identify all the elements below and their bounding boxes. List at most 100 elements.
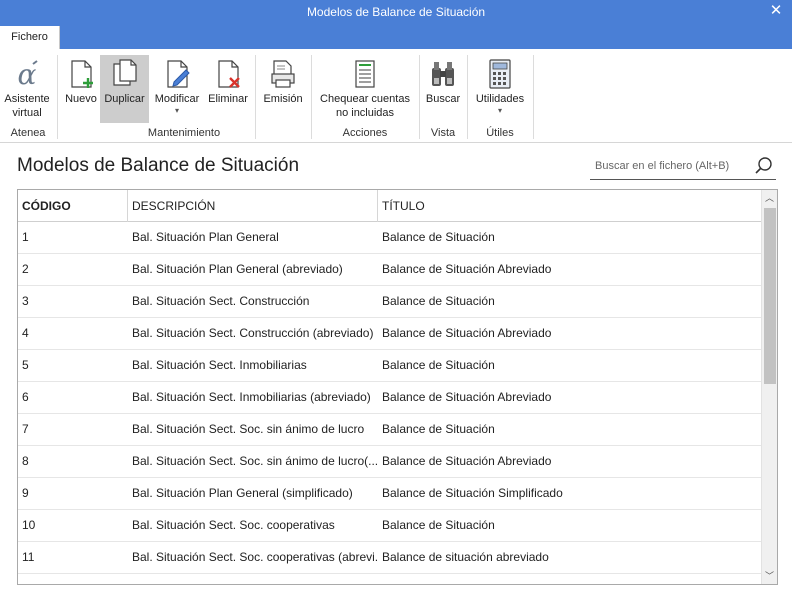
tab-fichero[interactable]: Fichero (0, 26, 60, 49)
cell-descripcion: Bal. Situación Sect. Inmobiliarias (132, 358, 307, 372)
printer-icon (271, 60, 295, 88)
search-icon[interactable] (754, 156, 774, 176)
cell-codigo: 10 (22, 518, 36, 532)
scroll-thumb[interactable] (764, 208, 776, 384)
utilidades-dropdown-icon[interactable]: ▾ (470, 106, 530, 115)
cell-titulo: Balance de Situación Abreviado (382, 326, 552, 340)
edit-document-icon (167, 60, 190, 88)
asistente-label-line2: virtual (12, 107, 42, 119)
nuevo-label: Nuevo (65, 93, 97, 105)
cell-descripcion: Bal. Situación Sect. Soc. sin ánimo de l… (132, 422, 365, 436)
cell-titulo: Balance de Situación (382, 358, 495, 372)
cell-titulo: Balance de Situación Simplificado (382, 486, 563, 500)
group-label-vista: Vista (430, 127, 456, 139)
cell-codigo: 6 (22, 390, 29, 404)
cell-codigo: 3 (22, 294, 29, 308)
table-body: 1 Bal. Situación Plan General Balance de S… (18, 222, 762, 584)
models-table: CÓDIGO DESCRIPCIÓN TÍTULO 1 Bal. Situació… (17, 189, 778, 585)
cell-codigo: 2 (22, 262, 29, 276)
checklist-icon (355, 60, 375, 88)
group-label-acciones: Acciones (342, 127, 388, 139)
cell-titulo: Balance de Situación (382, 230, 495, 244)
cell-titulo: Balance de Situación (382, 518, 495, 532)
cell-descripcion: Bal. Situación Sect. Construcción (132, 294, 310, 308)
column-header-descripcion[interactable]: DESCRIPCIÓN (128, 190, 378, 222)
cell-titulo: Balance de Situación Abreviado (382, 390, 552, 404)
emision-button[interactable]: Emisión (259, 55, 307, 123)
cell-codigo: 5 (22, 358, 29, 372)
cell-codigo: 9 (22, 486, 29, 500)
eliminar-button[interactable]: Eliminar (205, 55, 251, 123)
vertical-scrollbar[interactable]: ︿ ﹀ (761, 190, 777, 584)
buscar-label: Buscar (425, 93, 461, 105)
ribbon: α Asistente virtual Atenea Nuevo Duplica… (0, 49, 792, 143)
duplicar-button[interactable]: Duplicar (100, 55, 149, 123)
group-label-atenea: Atenea (10, 127, 46, 139)
utilidades-label: Utilidades (475, 93, 525, 105)
cell-codigo: 1 (22, 230, 29, 244)
chequear-cuentas-button[interactable]: Chequear cuentas no incluidas (316, 55, 414, 123)
binoculars-icon (432, 62, 454, 86)
chequear-label-line1: Chequear cuentas (320, 93, 410, 105)
search-box[interactable]: Buscar en el fichero (Alt+B) (590, 154, 776, 180)
calculator-icon (489, 59, 511, 89)
cell-descripcion: Bal. Situación Plan General (132, 230, 279, 244)
cell-descripcion: Bal. Situación Sect. Soc. sin ánimo de l… (132, 454, 378, 468)
nuevo-button[interactable]: Nuevo (62, 55, 100, 123)
search-input[interactable]: Buscar en el fichero (Alt+B) (595, 160, 729, 172)
utilidades-button[interactable]: Utilidades ▾ (470, 55, 530, 123)
table-row[interactable]: 3 Bal. Situación Sect. Construcción Balanc… (18, 286, 762, 318)
modificar-button[interactable]: Modificar ▾ (150, 55, 204, 123)
asistente-label-line1: Asistente (4, 93, 50, 105)
duplicar-label: Duplicar (104, 93, 145, 105)
ribbon-tabstrip: Fichero (0, 26, 792, 49)
group-label-mantenimiento: Mantenimiento (147, 127, 221, 139)
cell-descripcion: Bal. Situación Plan General (simplificad… (132, 486, 353, 500)
delete-document-icon (218, 60, 240, 88)
column-header-codigo[interactable]: CÓDIGO (18, 190, 128, 222)
ribbon-group-atenea: α Asistente virtual Atenea (0, 53, 56, 141)
cell-descripcion: Bal. Situación Sect. Soc. cooperativas (… (132, 550, 378, 564)
table-row[interactable]: 10 Bal. Situación Sect. Soc. cooperativas… (18, 510, 762, 542)
cell-descripcion: Bal. Situación Plan General (abreviado) (132, 262, 343, 276)
group-label-utiles: Útiles (486, 127, 514, 139)
scroll-up-icon[interactable]: ︿ (762, 190, 777, 206)
table-row[interactable]: 4 Bal. Situación Sect. Construcción (abre… (18, 318, 762, 350)
asistente-virtual-button[interactable]: α Asistente virtual (0, 55, 54, 123)
modificar-label: Modificar (154, 93, 200, 105)
page-title: Modelos de Balance de Situación (17, 155, 300, 176)
table-row[interactable]: 9 Bal. Situación Plan General (simplifica… (18, 478, 762, 510)
buscar-button[interactable]: Buscar (422, 55, 464, 123)
scroll-down-icon[interactable]: ﹀ (762, 568, 777, 584)
window-title: Modelos de Balance de Situación (306, 5, 486, 19)
table-row[interactable]: 2 Bal. Situación Plan General (abreviado)… (18, 254, 762, 286)
cell-codigo: 11 (22, 550, 35, 564)
title-bar: Modelos de Balance de Situación ✕ (0, 0, 792, 26)
new-document-icon (71, 60, 93, 88)
table-row[interactable]: 6 Bal. Situación Sect. Inmobiliarias (abr… (18, 382, 762, 414)
column-header-titulo[interactable]: TÍTULO (378, 190, 762, 222)
ribbon-group-utiles: Utilidades ▾ Útiles (468, 53, 532, 141)
duplicate-icon (112, 59, 137, 86)
ribbon-group-acciones: Chequear cuentas no incluidas Acciones (312, 53, 418, 141)
cell-titulo: Balance de Situación (382, 422, 495, 436)
table-row[interactable]: 1 Bal. Situación Plan General Balance de S… (18, 222, 762, 254)
table-row[interactable]: 8 Bal. Situación Sect. Soc. sin ánimo de … (18, 446, 762, 478)
chequear-label-line2: no incluidas (335, 107, 395, 119)
table-row[interactable]: 11 Bal. Situación Sect. Soc. cooperativas… (18, 542, 762, 574)
cell-titulo: Balance de situación abreviado (382, 550, 549, 564)
table-header: CÓDIGO DESCRIPCIÓN TÍTULO (18, 190, 762, 222)
table-row[interactable]: 7 Bal. Situación Sect. Soc. sin ánimo de … (18, 414, 762, 446)
alpha-icon: α (18, 58, 38, 90)
cell-titulo: Balance de Situación (382, 294, 495, 308)
table-row[interactable]: 5 Bal. Situación Sect. Inmobiliarias Balan… (18, 350, 762, 382)
modificar-dropdown-icon[interactable]: ▾ (150, 106, 204, 115)
cell-descripcion: Bal. Situación Sect. Inmobiliarias (abre… (132, 390, 371, 404)
cell-codigo: 7 (22, 422, 29, 436)
cell-descripcion: Bal. Situación Sect. Construcción (abrev… (132, 326, 374, 340)
cell-codigo: 4 (22, 326, 29, 340)
eliminar-label: Eliminar (208, 93, 248, 105)
ribbon-group-mantenimiento: Nuevo Duplicar Modificar ▾ Eliminar Emis… (58, 53, 310, 141)
emision-label: Emisión (263, 93, 303, 105)
close-icon[interactable]: ✕ (766, 1, 786, 21)
